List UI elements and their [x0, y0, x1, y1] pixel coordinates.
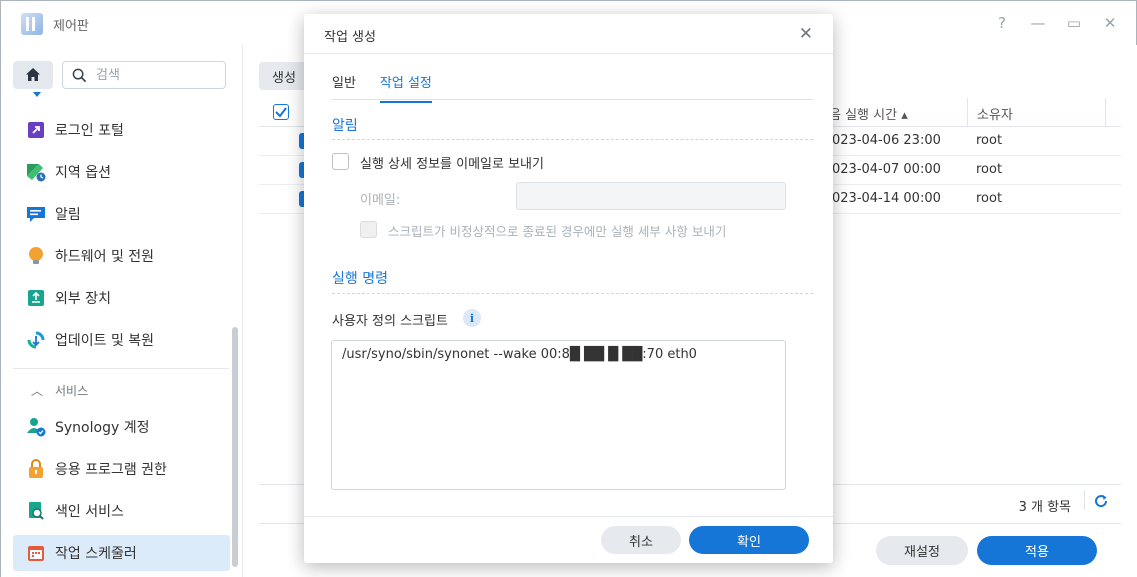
sidebar-item-task-scheduler[interactable]: 작업 스케줄러 — [13, 535, 230, 571]
window-title: 제어판 — [53, 19, 89, 34]
synology-account-icon — [25, 416, 47, 438]
abnormal-only-label: 스크립트가 비정상적으로 종료된 경우에만 실행 세부 사항 보내기 — [388, 224, 727, 239]
column-owner[interactable]: 소유자 — [977, 104, 1013, 123]
sidebar-item-notification[interactable]: 알림 — [13, 196, 230, 232]
ok-button[interactable]: 확인 — [689, 526, 809, 554]
search-input[interactable] — [96, 66, 216, 84]
tabs-divider — [332, 99, 813, 100]
sidebar: 로그인 포털 지역 옵션 알림 하드웨어 및 전원 외부 장치 업데이트 및 복… — [1, 45, 243, 577]
sidebar-item-label: 응용 프로그램 권한 — [55, 462, 167, 478]
sidebar-item-label: 업데이트 및 복원 — [55, 333, 155, 349]
close-icon[interactable]: ✕ — [1102, 14, 1118, 32]
update-restore-icon — [25, 329, 47, 351]
owner-cell: root — [976, 162, 1003, 177]
login-portal-icon — [25, 119, 47, 141]
sidebar-item-label: 알림 — [55, 207, 81, 223]
sidebar-item-synology-account[interactable]: Synology 계정 — [13, 409, 230, 445]
owner-cell: root — [976, 191, 1003, 206]
services-section-header[interactable]: ︿ 서비스 — [31, 382, 88, 399]
sidebar-item-regional-options[interactable]: 지역 옵션 — [13, 154, 230, 190]
notification-icon — [25, 203, 47, 225]
sidebar-item-label: 로그인 포털 — [55, 123, 124, 139]
window-controls: ? — ▭ ✕ — [994, 14, 1118, 32]
info-icon[interactable]: i — [463, 309, 481, 327]
owner-cell: root — [976, 133, 1003, 148]
sidebar-item-update-restore[interactable]: 업데이트 및 복원 — [13, 322, 230, 358]
divider — [1084, 490, 1085, 510]
maximize-icon[interactable]: ▭ — [1066, 14, 1082, 32]
indexing-service-icon — [25, 500, 47, 522]
sidebar-item-label: 지역 옵션 — [55, 165, 111, 181]
next-run-cell: 023-04-14 00:00 — [832, 191, 941, 206]
create-button[interactable]: 생성 — [259, 62, 309, 90]
section-divider — [332, 139, 813, 140]
app-privileges-icon — [25, 458, 47, 480]
send-email-checkbox[interactable] — [332, 153, 349, 170]
run-command-section-title: 실행 명령 — [332, 271, 388, 287]
sidebar-item-label: 하드웨어 및 전원 — [55, 249, 155, 265]
services-header-label: 서비스 — [55, 384, 89, 398]
email-label: 이메일: — [360, 193, 401, 208]
search-field[interactable] — [62, 61, 226, 89]
external-device-icon — [25, 287, 47, 309]
sidebar-item-label: 작업 스케줄러 — [55, 546, 137, 562]
next-run-cell: 023-04-06 23:00 — [832, 133, 941, 148]
hardware-power-icon — [25, 245, 47, 267]
email-field[interactable] — [516, 182, 786, 210]
abnormal-only-checkbox[interactable] — [360, 221, 377, 238]
divider — [304, 516, 833, 517]
select-all-checkbox[interactable] — [273, 104, 289, 120]
home-button[interactable] — [13, 61, 53, 89]
sidebar-item-login-portal[interactable]: 로그인 포털 — [13, 112, 230, 148]
section-divider — [332, 293, 813, 294]
create-task-dialog: 작업 생성 ✕ 일반 작업 설정 알림 실행 상세 정보를 이메일로 보내기 이… — [304, 14, 833, 563]
reset-button[interactable]: 재설정 — [876, 536, 968, 565]
home-icon — [26, 68, 40, 81]
divider — [13, 368, 229, 369]
sidebar-item-label: 외부 장치 — [55, 291, 111, 307]
item-count: 3 개 항목 — [1018, 500, 1071, 515]
cancel-button[interactable]: 취소 — [601, 526, 681, 554]
user-script-label: 사용자 정의 스크립트 — [332, 314, 448, 329]
script-textarea[interactable]: /usr/syno/sbin/synonet --wake 00:8█ ██ █… — [331, 340, 786, 490]
chevron-up-icon: ︿ — [31, 384, 44, 398]
dialog-close-icon[interactable]: ✕ — [799, 24, 813, 44]
column-divider — [967, 98, 968, 127]
sidebar-item-external-devices[interactable]: 외부 장치 — [13, 280, 230, 316]
task-scheduler-icon — [25, 542, 47, 564]
notification-section-title: 알림 — [332, 118, 358, 134]
column-divider — [1105, 98, 1106, 127]
sidebar-item-indexing-service[interactable]: 색인 서비스 — [13, 493, 230, 529]
control-panel-icon — [21, 13, 43, 35]
send-email-label: 실행 상세 정보를 이메일로 보내기 — [360, 157, 544, 172]
search-icon — [72, 68, 87, 83]
minimize-icon[interactable]: — — [1030, 14, 1046, 32]
sidebar-item-hardware-power[interactable]: 하드웨어 및 전원 — [13, 238, 230, 274]
sidebar-item-app-privileges[interactable]: 응용 프로그램 권한 — [13, 451, 230, 487]
help-icon[interactable]: ? — [994, 14, 1010, 32]
divider — [304, 53, 833, 54]
sidebar-item-label: 색인 서비스 — [55, 504, 124, 520]
regional-options-icon — [25, 161, 47, 183]
apply-button[interactable]: 적용 — [977, 536, 1097, 565]
dialog-title: 작업 생성 — [324, 30, 376, 45]
refresh-icon[interactable] — [1093, 493, 1109, 509]
column-next-run[interactable]: 음 실행 시간 ▴ — [829, 104, 908, 123]
sidebar-item-label: Synology 계정 — [55, 420, 150, 436]
scroll-down-icon[interactable] — [33, 92, 41, 98]
sidebar-scrollbar[interactable] — [232, 327, 238, 567]
next-run-cell: 023-04-07 00:00 — [832, 162, 941, 177]
